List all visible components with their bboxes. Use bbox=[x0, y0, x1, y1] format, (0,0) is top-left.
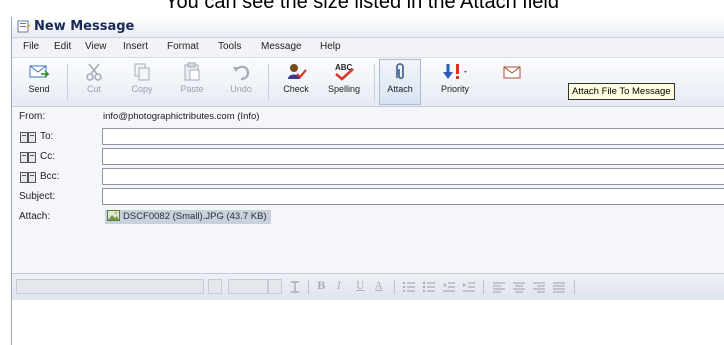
undo-icon bbox=[233, 65, 250, 81]
bcc-label[interactable]: Bcc: bbox=[40, 170, 59, 184]
copy-button[interactable]: Copy bbox=[122, 60, 162, 104]
to-label[interactable]: To: bbox=[40, 130, 53, 144]
cut-label: Cut bbox=[86, 84, 101, 94]
message-body[interactable] bbox=[12, 300, 724, 345]
window-title: New Message bbox=[34, 19, 135, 34]
cut-button[interactable]: Cut bbox=[74, 60, 114, 104]
attach-row: Attach: DSCF0082 (Small).JPG (43.7 KB) bbox=[12, 207, 724, 227]
bold-button[interactable]: B bbox=[317, 280, 325, 294]
font-color-button[interactable]: A bbox=[375, 280, 382, 294]
increase-indent-icon[interactable] bbox=[462, 280, 476, 294]
copy-icon bbox=[134, 63, 150, 81]
justify-icon[interactable] bbox=[552, 280, 566, 294]
menu-view[interactable]: View bbox=[85, 40, 107, 54]
address-book-icon bbox=[20, 152, 36, 163]
send-button[interactable]: Send bbox=[16, 60, 62, 104]
paste-label: Paste bbox=[180, 84, 204, 94]
priority-icon bbox=[443, 64, 467, 79]
subject-field[interactable] bbox=[102, 188, 724, 205]
paste-button[interactable]: Paste bbox=[170, 60, 214, 104]
message-headers: From: info@photographictributes.com (Inf… bbox=[12, 107, 724, 285]
menu-help[interactable]: Help bbox=[320, 40, 341, 54]
formatting-toolbar: B I U A bbox=[12, 273, 724, 301]
cc-row: Cc: bbox=[12, 147, 724, 167]
attachment-item[interactable]: DSCF0082 (Small).JPG (43.7 KB) bbox=[105, 210, 271, 224]
priority-button[interactable]: Priority bbox=[425, 60, 485, 104]
toolbar-separator bbox=[374, 64, 375, 100]
priority-label: Priority bbox=[440, 84, 469, 94]
attach-label: Attach bbox=[387, 84, 413, 94]
subject-label: Subject: bbox=[19, 191, 56, 202]
new-message-icon bbox=[17, 20, 30, 33]
format-separator bbox=[574, 280, 575, 294]
undo-button[interactable]: Undo bbox=[220, 60, 262, 104]
check-names-button[interactable]: Check bbox=[274, 60, 318, 104]
bcc-field[interactable] bbox=[102, 168, 724, 185]
align-left-icon[interactable] bbox=[492, 280, 506, 294]
title-bar: New Message bbox=[12, 17, 724, 38]
paste-icon bbox=[184, 62, 200, 81]
envelope-icon bbox=[503, 66, 521, 79]
chevron-down-icon[interactable] bbox=[208, 279, 222, 294]
copy-label: Copy bbox=[131, 84, 153, 94]
from-label: From: bbox=[19, 111, 46, 122]
attach-button[interactable]: Attach bbox=[379, 59, 421, 105]
menu-message[interactable]: Message bbox=[261, 40, 302, 54]
cc-label[interactable]: Cc: bbox=[40, 150, 55, 164]
scissors-icon bbox=[86, 63, 102, 81]
toolbar-separator bbox=[268, 64, 269, 100]
caption-text: You can see the size listed in the Attac… bbox=[165, 0, 559, 13]
spelling-icon: ABC bbox=[335, 63, 354, 81]
decrease-indent-icon[interactable] bbox=[442, 280, 456, 294]
attachment-name: DSCF0082 (Small).JPG (43.7 KB) bbox=[123, 211, 267, 222]
menu-insert[interactable]: Insert bbox=[123, 40, 148, 54]
address-book-icon bbox=[20, 132, 36, 143]
menu-bar: File Edit View Insert Format Tools Messa… bbox=[12, 38, 724, 58]
check-label: Check bbox=[283, 84, 309, 94]
menu-edit[interactable]: Edit bbox=[54, 40, 71, 54]
menu-file[interactable]: File bbox=[23, 40, 39, 54]
italic-button[interactable]: I bbox=[337, 280, 341, 294]
toolbar-separator bbox=[67, 64, 68, 100]
attach-tooltip: Attach File To Message bbox=[568, 83, 675, 100]
from-value[interactable]: info@photographictributes.com (Info) bbox=[103, 111, 259, 123]
format-separator bbox=[394, 280, 395, 294]
paragraph-style-dropdown[interactable] bbox=[16, 279, 204, 294]
paragraph-style-icon[interactable] bbox=[288, 280, 302, 294]
menu-format[interactable]: Format bbox=[167, 40, 199, 54]
new-message-window: New Message File Edit View Insert Format… bbox=[11, 17, 724, 345]
align-right-icon[interactable] bbox=[532, 280, 546, 294]
address-book-icon bbox=[20, 172, 36, 183]
check-names-icon bbox=[288, 64, 307, 79]
sign-button[interactable] bbox=[492, 60, 532, 104]
from-row: From: info@photographictributes.com (Inf… bbox=[12, 107, 724, 127]
underline-button[interactable]: U bbox=[356, 280, 364, 294]
font-size-dropdown[interactable] bbox=[228, 279, 268, 294]
menu-tools[interactable]: Tools bbox=[218, 40, 241, 54]
spelling-label: Spelling bbox=[327, 84, 361, 94]
to-row: To: bbox=[12, 127, 724, 147]
attach-field-label: Attach: bbox=[19, 211, 51, 222]
numbered-list-icon[interactable] bbox=[402, 280, 416, 294]
cc-field[interactable] bbox=[102, 148, 724, 165]
format-separator bbox=[308, 280, 309, 294]
format-separator bbox=[483, 280, 484, 294]
paperclip-icon bbox=[396, 63, 404, 80]
subject-row: Subject: bbox=[12, 187, 724, 207]
bulleted-list-icon[interactable] bbox=[422, 280, 436, 294]
send-icon bbox=[29, 65, 50, 78]
bcc-row: Bcc: bbox=[12, 167, 724, 187]
align-center-icon[interactable] bbox=[512, 280, 526, 294]
send-label: Send bbox=[28, 84, 50, 94]
chevron-down-icon[interactable] bbox=[268, 279, 282, 294]
to-field[interactable] bbox=[102, 128, 724, 145]
undo-label: Undo bbox=[230, 84, 252, 94]
image-file-icon bbox=[107, 210, 120, 221]
spelling-button[interactable]: ABC Spelling bbox=[320, 60, 368, 104]
